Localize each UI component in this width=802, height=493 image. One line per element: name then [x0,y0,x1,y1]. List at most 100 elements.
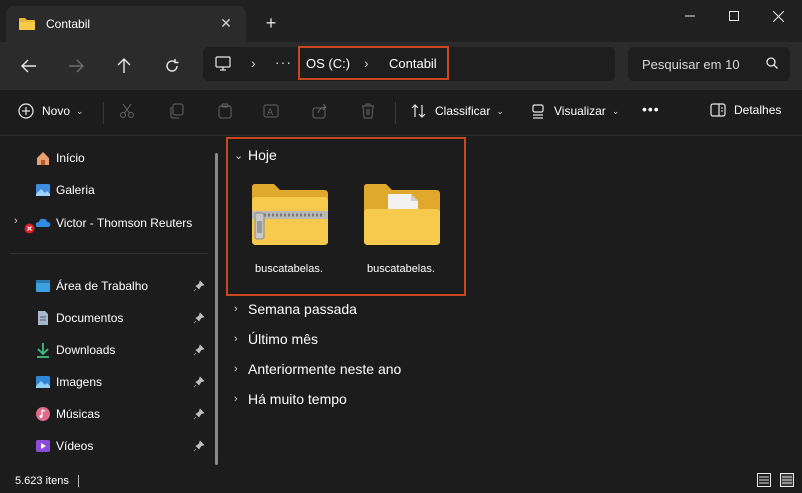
tiles-view-icon[interactable] [780,473,794,487]
new-tab-button[interactable]: + [262,14,280,32]
toolbar-divider [103,102,104,124]
sidebar-item-label: Downloads [56,343,116,357]
minimize-button[interactable] [680,8,700,24]
file-name: buscatabelas. [367,263,435,275]
breadcrumb-contabil[interactable]: Contabil [389,56,437,71]
new-label: Novo [42,104,71,118]
search-box[interactable]: Pesquisar em 10 [628,47,790,81]
navigation-pane: Início Galeria › Victor - Thomson Reuter… [0,137,222,467]
sidebar-item-downloads[interactable]: Downloads [0,336,210,364]
cut-button[interactable] [119,103,135,119]
group-label: Anteriormente neste ano [248,361,402,377]
close-window-button[interactable] [768,8,788,24]
sidebar-item-label: Músicas [56,407,101,421]
copy-button[interactable] [168,103,184,119]
file-item-folder[interactable]: buscatabelas. [356,181,446,275]
pin-icon[interactable] [193,312,205,324]
chevron-right-icon: › [234,303,238,315]
share-button[interactable] [312,103,328,119]
sidebar-item-label: Documentos [56,311,124,325]
title-bar: Contabil ✕ + [0,0,802,42]
scissors-icon [120,103,134,118]
tab-contabil[interactable]: Contabil ✕ [6,6,246,42]
zip-folder-icon [252,184,328,245]
search-icon [766,57,778,69]
chevron-down-icon: ⌄ [496,105,504,116]
computer-icon [215,56,231,71]
delete-button[interactable] [360,103,376,119]
details-view-icon[interactable] [757,473,771,487]
sidebar-item-documentos[interactable]: Documentos [0,304,210,332]
close-icon [772,10,784,22]
file-list: ⌄ Hoje buscatabelas. buscatabelas. › Sem… [226,137,802,467]
pin-icon[interactable] [193,280,205,292]
address-bar[interactable]: › ··· OS (C:) › Contabil [203,46,615,81]
status-bar: 5.623 itens [0,467,802,493]
paste-button[interactable] [217,103,233,119]
sidebar-item-galeria[interactable]: Galeria [0,176,210,204]
group-anteriormente-neste-ano[interactable]: › Anteriormente neste ano [234,361,401,377]
details-label: Detalhes [734,103,782,117]
videos-icon [36,440,50,452]
group-label: Semana passada [248,301,357,317]
group-label: Há muito tempo [248,391,347,407]
group-ha-muito-tempo[interactable]: › Há muito tempo [234,391,347,407]
view-icon [532,104,544,119]
pin-icon[interactable] [193,376,205,388]
close-tab-icon[interactable]: ✕ [218,15,234,31]
sidebar-item-label: Imagens [56,375,103,389]
maximize-button[interactable] [724,8,744,24]
desktop-icon [36,280,50,292]
rename-button[interactable]: A [263,103,279,119]
sidebar-item-musicas[interactable]: Músicas [0,400,210,428]
copy-icon [170,103,184,119]
chevron-right-icon: › [234,333,238,345]
pin-icon[interactable] [193,344,205,356]
address-row: › ··· OS (C:) › Contabil Pesquisar em 10 [0,42,802,90]
group-hoje[interactable]: ⌄ Hoje [234,147,277,163]
sidebar-item-label: Vídeos [56,439,94,453]
breadcrumb-os-c[interactable]: OS (C:) [306,56,350,71]
chevron-down-icon: ⌄ [76,105,84,116]
sort-button[interactable]: Classificar ⌄ [411,103,504,119]
more-options-button[interactable]: ••• [642,101,660,117]
sort-icon [411,104,426,118]
maximize-icon [729,11,739,21]
trash-icon [362,103,374,119]
group-semana-passada[interactable]: › Semana passada [234,301,357,317]
home-icon [37,152,49,165]
refresh-button[interactable] [160,54,184,78]
view-button[interactable]: Visualizar ⌄ [530,103,619,119]
group-label: Último mês [248,331,319,347]
sort-label: Classificar [435,104,491,118]
minimize-icon [685,15,695,17]
breadcrumb-separator-icon: › [364,55,369,71]
group-label: Hoje [248,147,277,163]
plus-circle-icon [18,103,34,119]
chevron-right-icon: › [234,393,238,405]
new-button[interactable]: Novo ⌄ [18,103,84,119]
arrow-right-icon [69,59,84,73]
sidebar-scrollbar[interactable] [215,153,218,465]
group-ultimo-mes[interactable]: › Último mês [234,331,318,347]
sidebar-item-onedrive[interactable]: › Victor - Thomson Reuters Inc [0,209,210,237]
pin-icon[interactable] [193,408,205,420]
file-name: buscatabelas. [255,263,323,275]
file-item-zip[interactable]: buscatabelas. [244,181,334,275]
details-button[interactable]: Detalhes [710,103,781,117]
rename-icon: A [263,104,279,118]
sidebar-item-videos[interactable]: Vídeos [0,432,210,460]
sidebar-item-desktop[interactable]: Área de Trabalho [0,272,210,300]
back-button[interactable] [17,54,41,78]
music-icon [36,407,50,421]
pin-icon[interactable] [193,440,205,452]
view-label: Visualizar [554,104,606,118]
forward-button[interactable] [64,54,88,78]
sidebar-item-label: Victor - Thomson Reuters Inc [56,216,194,230]
sidebar-divider [10,253,208,254]
breadcrumb-overflow-button[interactable]: ··· [275,54,292,70]
search-input[interactable]: Pesquisar em 10 [642,57,752,72]
sidebar-item-inicio[interactable]: Início [0,144,210,172]
up-button[interactable] [112,54,136,78]
sidebar-item-imagens[interactable]: Imagens [0,368,210,396]
